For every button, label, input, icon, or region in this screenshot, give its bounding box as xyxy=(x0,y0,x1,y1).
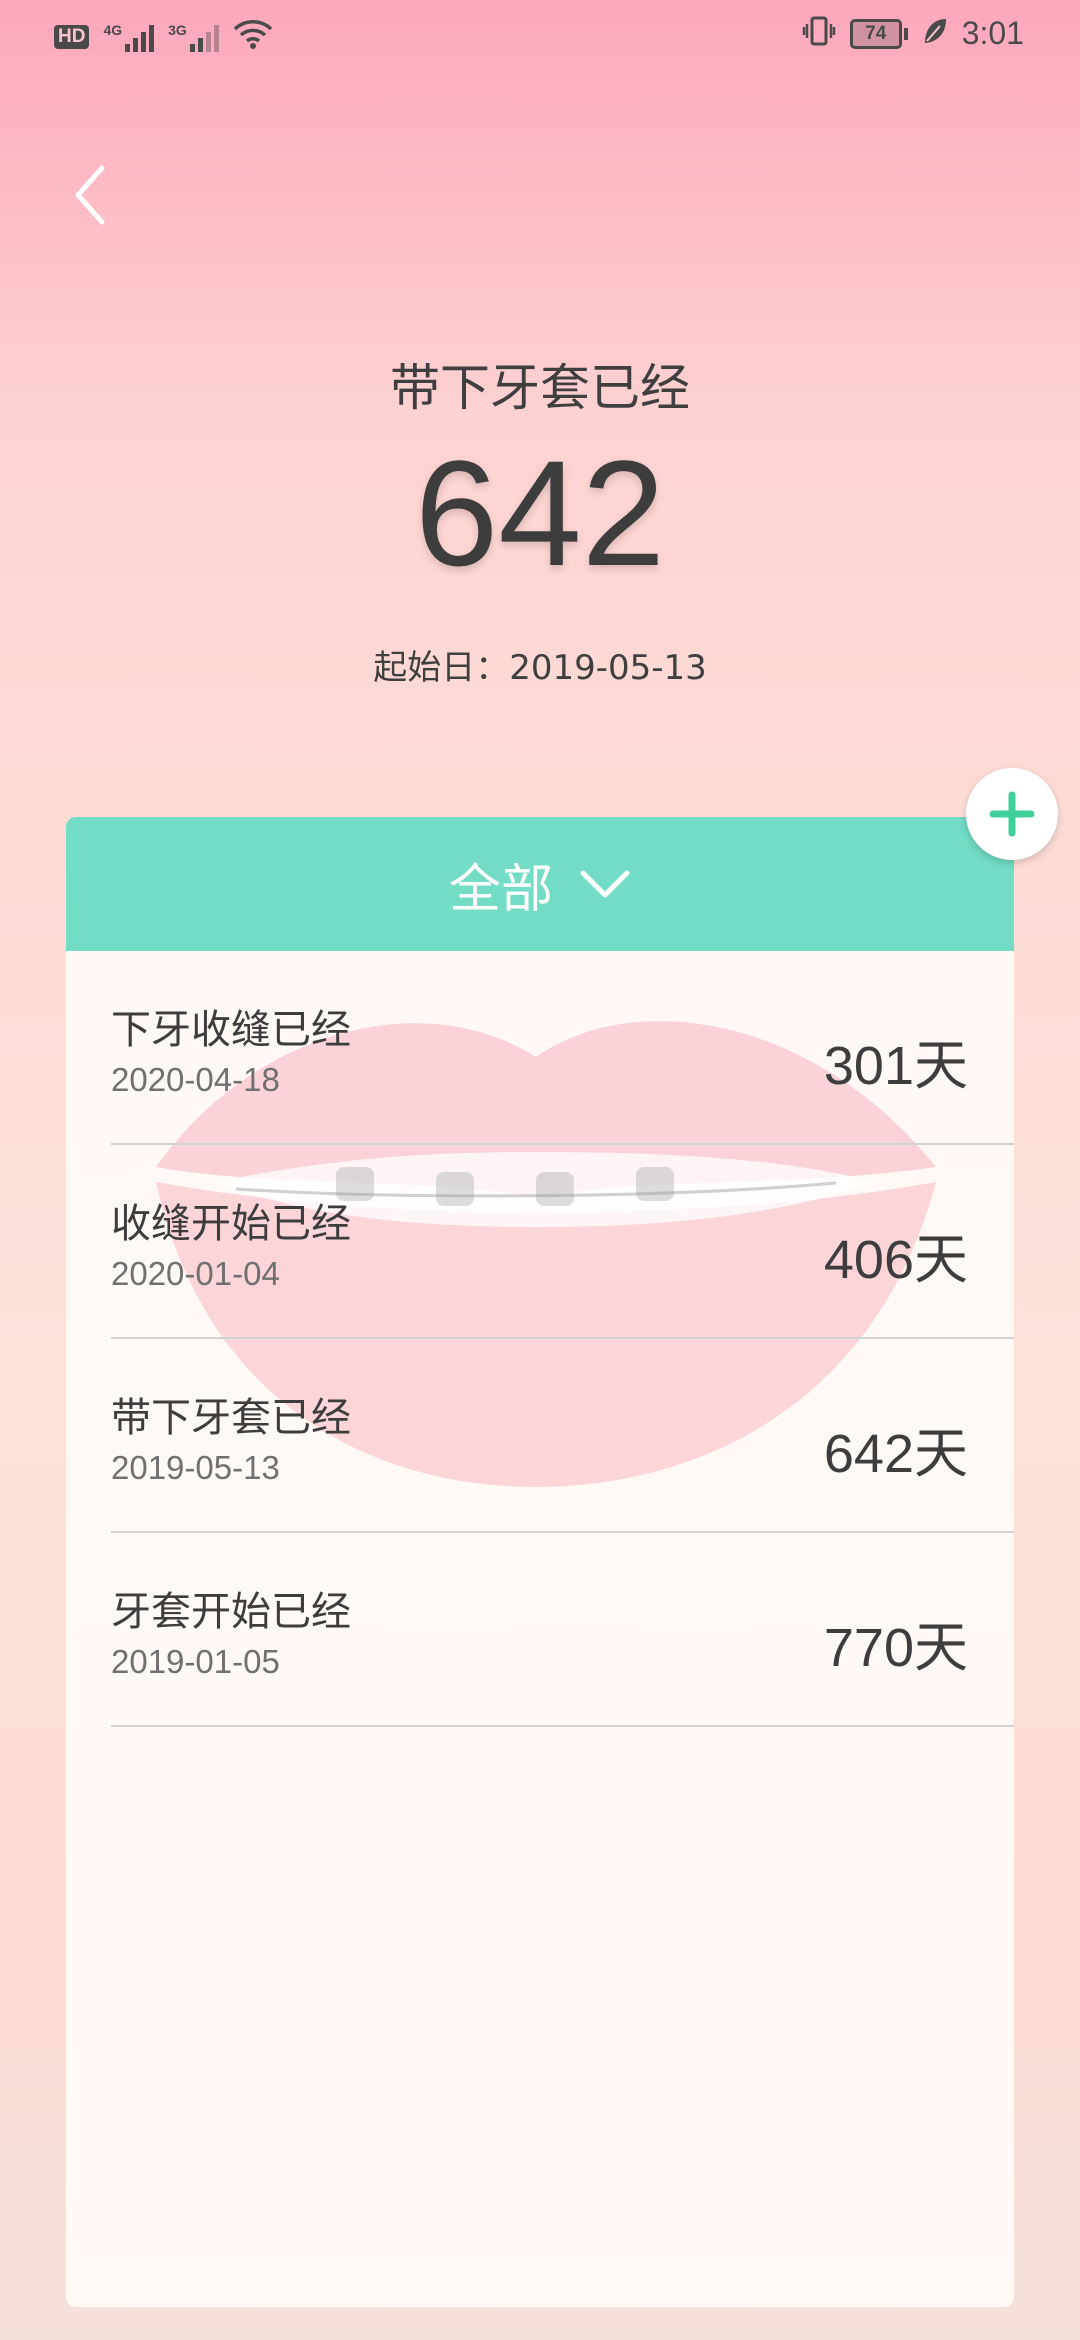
item-date: 2019-01-05 xyxy=(111,1643,280,1680)
signal-3g: 3G xyxy=(168,22,219,52)
status-left: HD 4G 3G xyxy=(54,18,273,55)
item-date: 2020-04-18 xyxy=(111,1061,280,1098)
filter-dropdown[interactable]: 全部 xyxy=(66,817,1014,951)
item-days: 770天 xyxy=(823,1618,968,1678)
list-item[interactable]: 牙套开始已经 2019-01-05 770天 xyxy=(111,1533,1014,1727)
chevron-down-icon xyxy=(580,870,630,898)
clock: 3:01 xyxy=(961,15,1024,51)
item-days: 301天 xyxy=(823,1036,968,1096)
leaf-icon xyxy=(922,16,948,51)
events-card: 全部 下牙收缝已经 2020-04-18 301天 收缝开始已经 2020-01… xyxy=(66,817,1014,2307)
item-days: 406天 xyxy=(823,1230,968,1290)
add-button[interactable] xyxy=(966,768,1058,860)
signal-icon xyxy=(189,22,219,52)
wifi-icon xyxy=(233,18,273,55)
network-type-label: 3G xyxy=(168,21,187,38)
item-date: 2020-01-04 xyxy=(111,1255,280,1292)
signal-4g: 4G xyxy=(103,21,155,52)
list-item[interactable]: 下牙收缝已经 2020-04-18 301天 xyxy=(111,951,1014,1145)
item-title: 下牙收缝已经 xyxy=(111,1007,351,1053)
status-bar: HD 4G 3G 74 3:01 xyxy=(0,0,1080,74)
item-title: 收缝开始已经 xyxy=(111,1201,351,1247)
status-right: 74 3:01 xyxy=(802,14,1024,53)
network-type-label: 4G xyxy=(103,21,123,38)
list-item[interactable]: 收缝开始已经 2020-01-04 406天 xyxy=(111,1145,1014,1339)
signal-icon xyxy=(125,22,155,52)
item-date: 2019-05-13 xyxy=(111,1449,280,1486)
vibrate-icon xyxy=(802,14,836,53)
item-title: 牙套开始已经 xyxy=(111,1589,351,1635)
list-item[interactable]: 带下牙套已经 2019-05-13 642天 xyxy=(111,1339,1014,1533)
filter-label: 全部 xyxy=(448,859,553,920)
chevron-left-icon xyxy=(75,165,105,225)
day-count: 642 xyxy=(414,429,666,597)
battery-icon: 74 xyxy=(849,18,908,49)
hd-badge: HD xyxy=(54,24,90,49)
page-title: 带下牙套已经 xyxy=(390,359,690,417)
back-button[interactable] xyxy=(60,160,120,230)
item-title: 带下牙套已经 xyxy=(111,1395,351,1441)
battery-level: 74 xyxy=(849,18,902,49)
events-list: 下牙收缝已经 2020-04-18 301天 收缝开始已经 2020-01-04… xyxy=(66,951,1014,1727)
start-date: 起始日：2019-05-13 xyxy=(373,648,707,688)
item-days: 642天 xyxy=(823,1424,968,1484)
plus-icon xyxy=(989,791,1035,837)
